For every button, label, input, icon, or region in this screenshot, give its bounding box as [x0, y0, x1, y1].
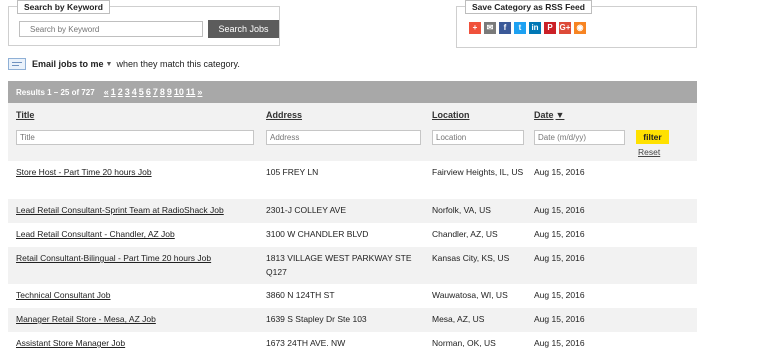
facebook-icon[interactable]: f: [499, 22, 511, 34]
job-location: Wauwatosa, WI, US: [432, 290, 508, 300]
job-date: Aug 15, 2016: [534, 314, 585, 324]
job-search-page: Search by Keyword Search Jobs Save Categ…: [0, 0, 760, 350]
keyword-search-box: Search by Keyword Search Jobs: [8, 0, 280, 46]
job-location: Mesa, AZ, US: [432, 314, 485, 324]
table-row: Retail Consultant-Bilingual - Part Time …: [8, 247, 697, 284]
column-header-location[interactable]: Location: [432, 110, 470, 120]
email-jobs-dropdown[interactable]: Email jobs to me: [32, 59, 104, 69]
search-jobs-button[interactable]: Search Jobs: [208, 20, 279, 38]
linkedin-icon[interactable]: in: [529, 22, 541, 34]
keyword-search-input[interactable]: [19, 21, 203, 37]
sort-desc-icon: ▼: [555, 110, 565, 120]
pager-page-11[interactable]: 11: [186, 87, 196, 97]
location-filter-input[interactable]: [432, 130, 524, 145]
rss-icon[interactable]: ◉: [574, 22, 586, 34]
googleplus-icon[interactable]: G+: [559, 22, 571, 34]
table-row: Store Host - Part Time 20 hours Job 105 F…: [8, 161, 697, 199]
table-row: Lead Retail Consultant - Chandler, AZ Jo…: [8, 223, 697, 247]
column-header-date[interactable]: Date ▼: [534, 110, 564, 120]
job-location: Chandler, AZ, US: [432, 229, 498, 239]
job-title-link[interactable]: Assistant Store Manager Job: [16, 336, 125, 350]
job-date: Aug 15, 2016: [534, 229, 585, 239]
job-address: 2301-J COLLEY AVE: [266, 205, 347, 215]
job-title-link[interactable]: Lead Retail Consultant - Chandler, AZ Jo…: [16, 227, 175, 241]
email-icon[interactable]: ✉: [484, 22, 496, 34]
job-date: Aug 15, 2016: [534, 205, 585, 215]
pager-page-6[interactable]: 6: [146, 87, 151, 97]
job-title-link[interactable]: Lead Retail Consultant-Sprint Team at Ra…: [16, 203, 224, 217]
share-icons: + ✉ f t in P G+ ◉: [469, 22, 586, 34]
reset-link[interactable]: Reset: [638, 147, 660, 157]
job-address: 3860 N 124TH ST: [266, 290, 335, 300]
pager-page-8[interactable]: 8: [160, 87, 165, 97]
pager-page-4[interactable]: 4: [132, 87, 137, 97]
results-bar: Results 1 – 25 of 727 «1 2 3 4 5 6 7 8 9 10 11»: [8, 81, 697, 103]
jobs-table: Title Address Location Date▼ filter Rese…: [8, 103, 697, 350]
pager-page-5[interactable]: 5: [139, 87, 144, 97]
twitter-icon[interactable]: t: [514, 22, 526, 34]
job-address: 105 FREY LN: [266, 167, 319, 177]
job-title-link[interactable]: Store Host - Part Time 20 hours Job: [16, 165, 152, 179]
pager-page-3[interactable]: 3: [125, 87, 130, 97]
job-address: 1639 S Stapley Dr Ste 103: [266, 314, 367, 324]
pager-page-1[interactable]: 1: [111, 87, 116, 97]
column-header-title[interactable]: Title: [16, 110, 34, 120]
email-alert-icon: [8, 58, 26, 70]
job-title-link[interactable]: Technical Consultant Job: [16, 288, 111, 302]
job-date: Aug 15, 2016: [534, 290, 585, 300]
rss-feed-legend: Save Category as RSS Feed: [465, 0, 592, 14]
column-header-address[interactable]: Address: [266, 110, 302, 120]
job-address: 3100 W CHANDLER BLVD: [266, 229, 369, 239]
job-date: Aug 15, 2016: [534, 167, 585, 177]
address-filter-input[interactable]: [266, 130, 421, 145]
table-row: Assistant Store Manager Job 1673 24TH AVE…: [8, 332, 697, 350]
table-row: Technical Consultant Job 3860 N 124TH ST W…: [8, 284, 697, 308]
job-address: 1673 24TH AVE. NW: [266, 338, 346, 348]
chevron-down-icon[interactable]: ▼: [106, 61, 113, 68]
job-date: Aug 15, 2016: [534, 338, 585, 348]
pager-next-icon[interactable]: »: [197, 87, 202, 97]
pager-page-7[interactable]: 7: [153, 87, 158, 97]
pager-page-2[interactable]: 2: [118, 87, 123, 97]
pager-prev-icon[interactable]: «: [104, 87, 109, 97]
pinterest-icon[interactable]: P: [544, 22, 556, 34]
job-location: Norman, OK, US: [432, 338, 496, 348]
pager-page-10[interactable]: 10: [174, 87, 184, 97]
table-row: Lead Retail Consultant-Sprint Team at Ra…: [8, 199, 697, 223]
results-summary: Results 1 – 25 of 727: [16, 87, 95, 97]
job-location: Norfolk, VA, US: [432, 205, 491, 215]
pager-page-9[interactable]: 9: [167, 87, 172, 97]
pagination: «1 2 3 4 5 6 7 8 9 10 11»: [104, 87, 203, 97]
email-alert-suffix: when they match this category.: [116, 59, 240, 69]
job-title-link[interactable]: Manager Retail Store - Mesa, AZ Job: [16, 312, 156, 326]
column-header-date-label: Date: [534, 110, 554, 120]
title-filter-input[interactable]: [16, 130, 254, 145]
filter-button[interactable]: filter: [636, 130, 669, 144]
keyword-search-legend: Search by Keyword: [17, 0, 110, 14]
job-date: Aug 15, 2016: [534, 253, 585, 263]
addthis-icon[interactable]: +: [469, 22, 481, 34]
email-alert: Email jobs to me ▼ when they match this …: [8, 58, 240, 70]
date-filter-input[interactable]: [534, 130, 625, 145]
job-location: Kansas City, KS, US: [432, 253, 510, 263]
job-title-link[interactable]: Retail Consultant-Bilingual - Part Time …: [16, 251, 211, 265]
table-row: Manager Retail Store - Mesa, AZ Job 1639 …: [8, 308, 697, 332]
rss-feed-box: Save Category as RSS Feed + ✉ f t in P G+ ◉: [456, 0, 697, 48]
job-address: 1813 VILLAGE WEST PARKWAY STE Q127: [266, 253, 412, 277]
job-location: Fairview Heights, IL, US: [432, 167, 524, 177]
